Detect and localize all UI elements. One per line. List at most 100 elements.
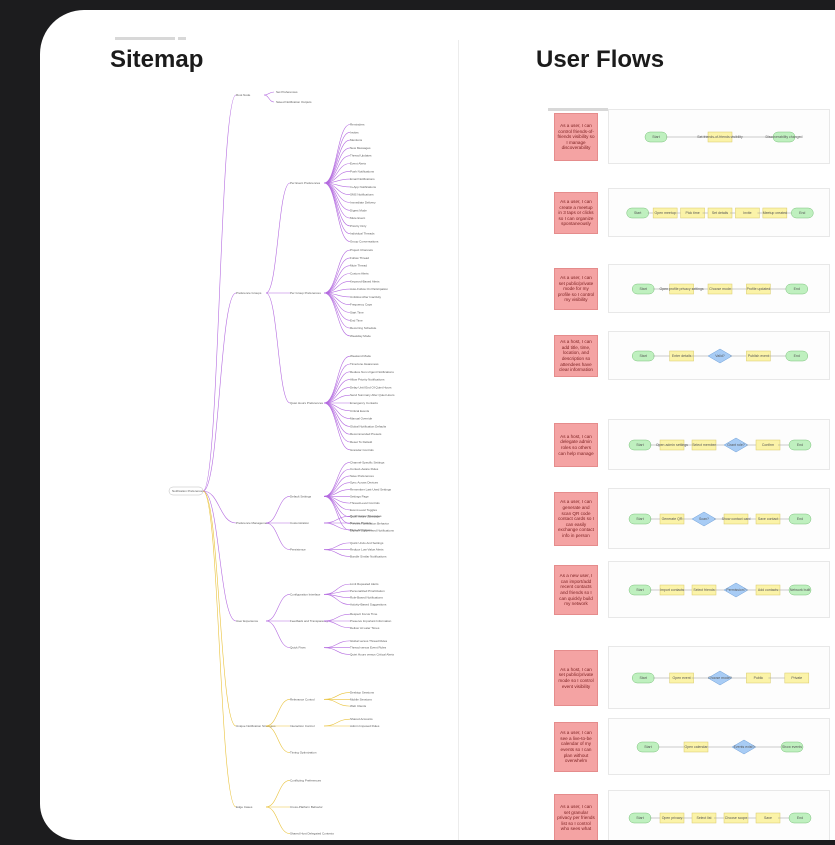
leaf-node[interactable]: Mobile Sessions (350, 697, 372, 701)
sub-branch-node[interactable]: Per Event Preferences (290, 181, 321, 185)
leaf-node[interactable]: Allow Priority Notifications (350, 378, 385, 382)
flow-diagram[interactable]: Start Open event Choose mode? Public Private (608, 646, 830, 710)
leaf-node[interactable]: Settings Page (350, 494, 369, 498)
user-story-card[interactable]: As a user, I can see a live-to-be calend… (554, 722, 598, 772)
branch-node[interactable]: User Experience (236, 619, 259, 623)
leaf-node[interactable]: Save Preferences (350, 474, 374, 478)
leaf-node[interactable]: Keyword-Based Alerts (350, 279, 380, 283)
leaf-node[interactable]: Granular Controls (350, 448, 374, 452)
leaf-node[interactable]: Saved Notification Outputs (276, 100, 312, 104)
sub-branch-node[interactable]: Per Group Preferences (290, 291, 321, 295)
leaf-node[interactable]: Mute Event (350, 216, 365, 220)
leaf-node[interactable]: Weekday Mode (350, 334, 371, 338)
leaf-node[interactable]: Event-Level Toggles (350, 508, 377, 512)
leaf-node[interactable]: Digest Mode (350, 208, 367, 212)
sub-branch-node[interactable]: Persistence (290, 548, 306, 552)
leaf-node[interactable]: Invites (350, 130, 359, 134)
leaf-node[interactable]: Reminders (350, 123, 365, 127)
leaf-node[interactable]: Context-Aware Rules (350, 467, 379, 471)
leaf-node[interactable]: Push Notifications (350, 169, 375, 173)
leaf-node[interactable]: Quick Undo And Settings (350, 541, 384, 545)
leaf-node[interactable]: Channel-Specific Settings (350, 460, 385, 464)
leaf-node[interactable]: Custom Alerts (350, 272, 369, 276)
sub-branch-node[interactable]: Quick Fixes (290, 646, 306, 650)
flow-diagram[interactable]: Start Open profile privacy settings Choose… (608, 264, 830, 314)
leaf-node[interactable]: Snooze Presets (350, 521, 372, 525)
leaf-node[interactable]: Individual Threads (350, 232, 375, 236)
leaf-node[interactable]: Thread versus Event Rules (350, 646, 387, 650)
leaf-node[interactable]: Reduce Non-Urgent Notifications (350, 370, 394, 374)
leaf-node[interactable]: Unfollow After Inactivity (350, 295, 382, 299)
leaf-node[interactable]: Start Time (350, 311, 364, 315)
sub-branch-node[interactable]: Shared Host Delegated Contexts (290, 832, 334, 836)
flow-diagram[interactable]: Start Open meetup Pick time Set details Invi… (608, 188, 830, 238)
leaf-node[interactable]: New Messages (350, 146, 371, 150)
whiteboard-canvas[interactable]: Sitemap User Flows Notification Preferen… (40, 10, 835, 840)
sub-branch-node[interactable]: Default Settings (290, 494, 312, 498)
leaf-node[interactable]: Send Summary After Quiet Hours (350, 393, 395, 397)
flow-diagram[interactable]: Start Open admin settings Select member Gra… (608, 419, 830, 471)
sub-branch-node[interactable]: Conflicting Preferences (290, 778, 322, 782)
leaf-node[interactable]: Admin Imposed Rules (350, 724, 380, 728)
sub-branch-node[interactable]: Quiet Hours Preferences (290, 401, 324, 405)
leaf-node[interactable]: Activity-Based Suggestions (350, 603, 387, 607)
leaf-node[interactable]: Thread Updates (350, 154, 372, 158)
sub-branch-node[interactable]: Cross-Platform Behavior (290, 805, 323, 809)
leaf-node[interactable]: Timezone Awareness (350, 362, 379, 366)
leaf-node[interactable]: Web Clients (350, 704, 367, 708)
leaf-node[interactable]: Email Notifications (350, 177, 375, 181)
sub-branch-node[interactable]: Configuration Interface (290, 592, 321, 596)
leaf-node[interactable]: Limit Repeated Alerts (350, 582, 379, 586)
leaf-node[interactable]: Recommended Presets (350, 432, 382, 436)
sub-branch-node[interactable]: Timing Optimization (290, 751, 317, 755)
leaf-node[interactable]: Respect Focus Time (350, 612, 378, 616)
leaf-node[interactable]: SMS Notifications (350, 193, 374, 197)
user-story-card[interactable]: As a user, I can set granular privacy pe… (554, 794, 598, 840)
flow-diagram[interactable]: Start Import contacts Select friends Permis… (608, 561, 830, 619)
leaf-node[interactable]: Shared Accounts (350, 717, 373, 721)
leaf-node[interactable]: Priority Only (350, 224, 367, 228)
leaf-node[interactable]: Weekend Mode (350, 354, 371, 358)
branch-node[interactable]: Preference Management (236, 521, 269, 525)
sitemap-tree[interactable]: Notification Preferences Root Node Set Pre… (40, 10, 458, 840)
leaf-node[interactable]: Set Preferences (276, 90, 298, 94)
user-story-card[interactable]: As a new user, I can import/add recent c… (554, 565, 598, 615)
leaf-node[interactable]: Preserve Important Information (350, 619, 392, 623)
user-story-card[interactable]: As a user, I can generate and scan QR co… (554, 492, 598, 546)
user-story-card[interactable]: As a user, I can control friends-of-frie… (554, 113, 598, 161)
leaf-node[interactable]: Personalized Prioritization (350, 589, 385, 593)
leaf-node[interactable]: End Time (350, 318, 363, 322)
sub-branch-node[interactable]: Customization (290, 521, 309, 525)
leaf-node[interactable]: Recurring Schedule (350, 326, 377, 330)
leaf-node[interactable]: Reduce Low-Value Alerts (350, 548, 384, 552)
leaf-node[interactable]: Reset To Default (350, 440, 372, 444)
branch-node[interactable]: Preference Groups (236, 291, 262, 295)
leaf-node[interactable]: Mute All Options (350, 528, 372, 532)
leaf-node[interactable]: Critical Events (350, 409, 370, 413)
leaf-node[interactable]: Quiet Hours versus Critical Alerts (350, 652, 395, 656)
leaf-node[interactable]: Confirmation Messages (350, 514, 382, 518)
leaf-node[interactable]: Sync Across Devices (350, 481, 379, 485)
leaf-node[interactable]: Immediate Delivery (350, 201, 376, 205)
flow-diagram[interactable]: Start Generate QR Scan? Show contact card Sa… (608, 488, 830, 550)
flow-diagram[interactable]: Start Set friends-of-friends visibility Di… (608, 109, 830, 165)
leaf-node[interactable]: In-App Notifications (350, 185, 377, 189)
leaf-node[interactable]: Auto-Follow On Participation (350, 287, 388, 291)
user-story-card[interactable]: As a host, I can set public/private mode… (554, 650, 598, 706)
branch-node[interactable]: Edge Cases (236, 805, 253, 809)
sub-branch-node[interactable]: Relevance Control (290, 697, 315, 701)
leaf-node[interactable]: Emergency Contacts (350, 401, 378, 405)
leaf-node[interactable]: Desktop Sessions (350, 691, 375, 695)
flow-diagram[interactable]: Start Enter details Valid? Publish event End (608, 331, 830, 381)
leaf-node[interactable]: Deliver At Later Times (350, 626, 380, 630)
leaf-node[interactable]: Delay Until End Of Quiet Hours (350, 385, 392, 389)
leaf-node[interactable]: Frequency Caps (350, 303, 373, 307)
leaf-node[interactable]: Event Alerts (350, 162, 367, 166)
user-story-card[interactable]: As a host, I can add title, time, locati… (554, 335, 598, 377)
leaf-node[interactable]: Project Channels (350, 248, 373, 252)
flow-diagram[interactable]: Start Open calendar Events exist? Show even… (608, 718, 830, 776)
user-story-card[interactable]: As a user, I can create a meetup in 3 ta… (554, 192, 598, 234)
sub-branch-node[interactable]: Interaction Control (290, 724, 315, 728)
leaf-node[interactable]: Thread-Level Controls (350, 501, 380, 505)
branch-node[interactable]: Root Node (236, 93, 251, 97)
